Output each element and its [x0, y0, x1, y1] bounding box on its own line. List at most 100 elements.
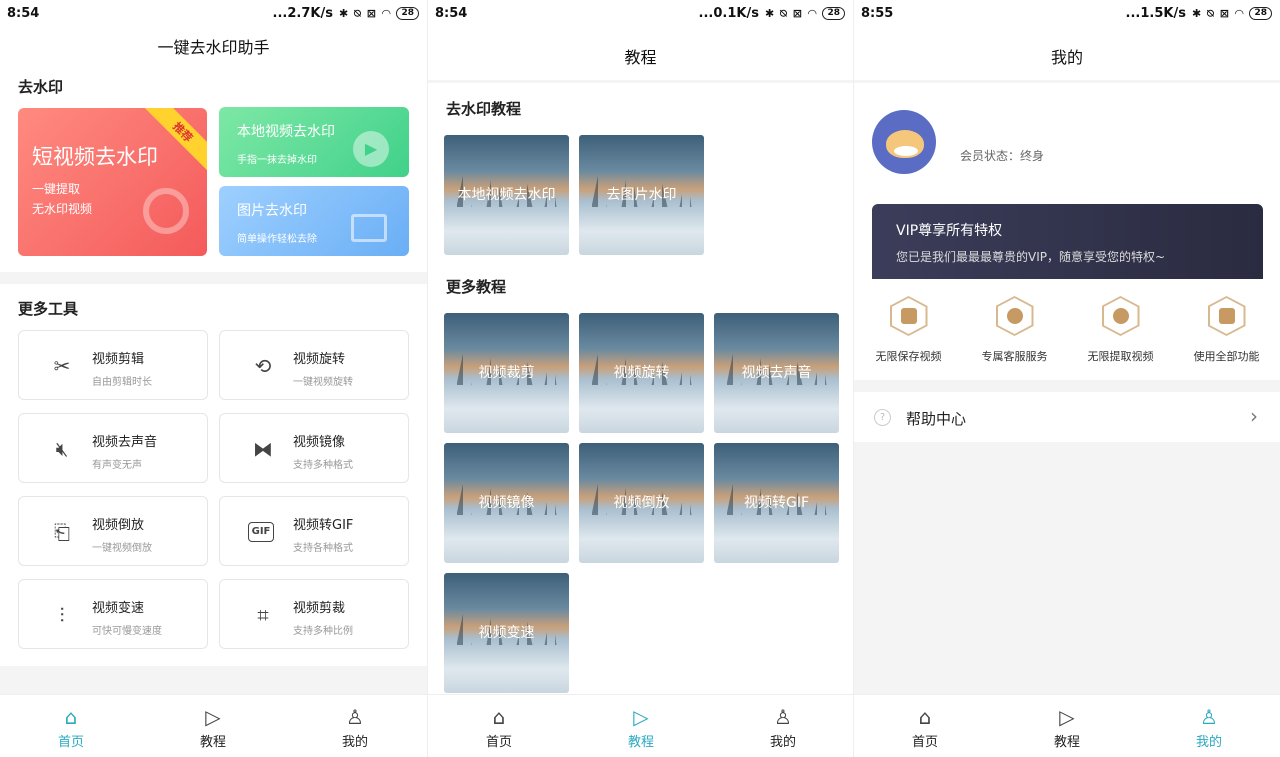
nav-home[interactable]: ⌂ 首页 — [464, 703, 534, 750]
person-icon: ♙ — [1200, 705, 1218, 729]
status-time: 8:54 — [7, 6, 40, 21]
card-line2: 无水印视频 — [32, 202, 93, 216]
scissors-icon: ✂ — [53, 354, 71, 378]
privilege-label: 无限保存视频 — [875, 350, 942, 363]
tutorial-card[interactable]: 视频倒放 — [579, 443, 704, 563]
nav-tutorial-label: 教程 — [1053, 735, 1080, 750]
tool-sub: 支持多种比例 — [293, 626, 353, 637]
bluetooth-icon: ✱ — [338, 7, 349, 20]
tutorial-card-label: 视频转GIF — [743, 495, 810, 511]
privilege-extract-video[interactable]: 无限提取视频 — [1068, 296, 1173, 364]
tutorial-card-label: 视频倒放 — [613, 495, 670, 511]
chevron-right-icon: › — [1250, 404, 1258, 428]
tool-video-gif[interactable]: GIF 视频转GIF 支持各种格式 — [219, 496, 409, 566]
vip-banner: VIP尊享所有特权 您已是我们最最最尊贵的VIP，随意享受您的特权~ — [872, 204, 1263, 279]
nav-mine[interactable]: ♙ 我的 — [1174, 703, 1244, 750]
page-title: 教程 — [624, 48, 657, 67]
tutorial-card[interactable]: 视频转GIF — [714, 443, 839, 563]
tool-title: 视频转GIF — [293, 518, 354, 533]
tutorial-card[interactable]: 视频去声音 — [714, 313, 839, 433]
tutorial-card[interactable]: 去图片水印 — [579, 135, 704, 255]
divider — [854, 380, 1280, 392]
tutorial-card[interactable]: 本地视频去水印 — [444, 135, 569, 255]
nav-mine-label: 我的 — [341, 735, 368, 750]
person-icon: ♙ — [346, 705, 364, 729]
wifi-icon: ◠ — [1235, 7, 1244, 20]
battery-icon: 28 — [396, 7, 419, 20]
home-icon: ⌂ — [492, 705, 506, 729]
tutorial-card-label: 去图片水印 — [606, 187, 677, 203]
nav-tutorial[interactable]: ▷ 教程 — [178, 703, 248, 750]
tool-sub: 一键视频倒放 — [92, 543, 152, 554]
tool-title: 视频剪辑 — [92, 352, 145, 367]
bottom-spacer — [0, 666, 427, 694]
battery-icon: 28 — [1249, 7, 1272, 20]
crop-icon: ⌗ — [257, 603, 269, 627]
tool-sub: 自由剪辑时长 — [92, 377, 152, 388]
tool-sub: 有声变无声 — [92, 460, 142, 471]
tutorial-card[interactable]: 视频镜像 — [444, 443, 569, 563]
rotate-icon: ⟲ — [254, 354, 272, 378]
avatar[interactable] — [872, 110, 936, 174]
tool-title: 视频变速 — [92, 601, 145, 616]
vip-subtitle: 您已是我们最最最尊贵的VIP，随意享受您的特权~ — [896, 250, 1166, 264]
play-square-icon: ▷ — [633, 705, 649, 729]
tutorial-card[interactable]: 视频旋转 — [579, 313, 704, 433]
video-camera-icon — [889, 296, 928, 336]
sim-icon: ⊠ — [792, 7, 802, 20]
question-icon: ? — [874, 409, 891, 426]
tutorial-card[interactable]: 视频变速 — [444, 573, 569, 693]
card-sub: 手指一抹去掉水印 — [237, 155, 317, 166]
section-title-more-tutorial: 更多教程 — [446, 278, 507, 296]
wifi-icon: ◠ — [808, 7, 817, 20]
tool-video-edit[interactable]: ✂ 视频剪辑 自由剪辑时长 — [18, 330, 208, 400]
local-video-watermark-card[interactable]: 本地视频去水印 手指一抹去掉水印 ▶ — [219, 107, 409, 177]
tool-video-rotate[interactable]: ⟲ 视频旋转 一键视频旋转 — [219, 330, 409, 400]
card-line1: 一键提取 — [32, 182, 81, 196]
page-title: 我的 — [1050, 48, 1083, 67]
divider — [854, 80, 1280, 83]
nav-home[interactable]: ⌂ 首页 — [36, 703, 106, 750]
divider — [0, 272, 427, 284]
tool-video-mute[interactable]: 🔇︎ 视频去声音 有声变无声 — [18, 413, 208, 483]
home-icon: ⌂ — [918, 705, 932, 729]
bottom-nav: ⌂ 首页 ▷ 教程 ♙ 我的 — [428, 694, 853, 757]
empty-area — [854, 442, 1280, 694]
mirror-icon: ⧓ — [253, 437, 273, 461]
film-reel-icon — [143, 188, 189, 234]
mute-icon: 🔇︎ — [55, 437, 69, 461]
tool-video-speed[interactable]: ⫶ 视频变速 可快可慢变速度 — [18, 579, 208, 649]
section-title-tools: 更多工具 — [18, 300, 79, 318]
bluetooth-icon: ✱ — [764, 7, 775, 20]
privilege-customer-service[interactable]: 专属客服服务 — [962, 296, 1067, 364]
mute-bell-icon: ⍉ — [780, 6, 787, 20]
nav-tutorial[interactable]: ▷ 教程 — [606, 703, 676, 750]
tool-video-crop[interactable]: ⌗ 视频剪裁 支持多种比例 — [219, 579, 409, 649]
tool-title: 视频镜像 — [293, 435, 346, 450]
tutorial-card-label: 视频旋转 — [613, 365, 670, 381]
nav-tutorial-label: 教程 — [199, 735, 226, 750]
nav-tutorial[interactable]: ▷ 教程 — [1032, 703, 1102, 750]
nav-mine[interactable]: ♙ 我的 — [748, 703, 818, 750]
tool-title: 视频去声音 — [92, 435, 158, 450]
status-time: 8:54 — [435, 6, 468, 21]
play-icon: ▶ — [353, 131, 389, 167]
sim-icon: ⊠ — [366, 7, 376, 20]
tool-sub: 支持各种格式 — [293, 543, 353, 554]
grid-icon — [1207, 296, 1246, 336]
tool-video-mirror[interactable]: ⧓ 视频镜像 支持多种格式 — [219, 413, 409, 483]
nav-home[interactable]: ⌂ 首页 — [890, 703, 960, 750]
privilege-all-features[interactable]: 使用全部功能 — [1174, 296, 1279, 364]
help-center-row[interactable]: ? 帮助中心 › — [854, 392, 1280, 442]
short-video-watermark-card[interactable]: 短视频去水印 一键提取 无水印视频 推荐 — [18, 108, 207, 256]
play-square-icon: ▷ — [205, 705, 221, 729]
privilege-save-video[interactable]: 无限保存视频 — [856, 296, 961, 364]
tool-video-reverse[interactable]: ⎗ 视频倒放 一键视频倒放 — [18, 496, 208, 566]
network-speed: ...2.7K/s — [272, 6, 333, 21]
tutorial-card[interactable]: 视频裁剪 — [444, 313, 569, 433]
image-watermark-card[interactable]: 图片去水印 简单操作轻松去除 — [219, 186, 409, 256]
service-agent-icon — [995, 296, 1034, 336]
network-speed: ...1.5K/s — [1125, 6, 1186, 21]
speed-icon: ⫶ — [59, 603, 65, 627]
nav-mine[interactable]: ♙ 我的 — [320, 703, 390, 750]
